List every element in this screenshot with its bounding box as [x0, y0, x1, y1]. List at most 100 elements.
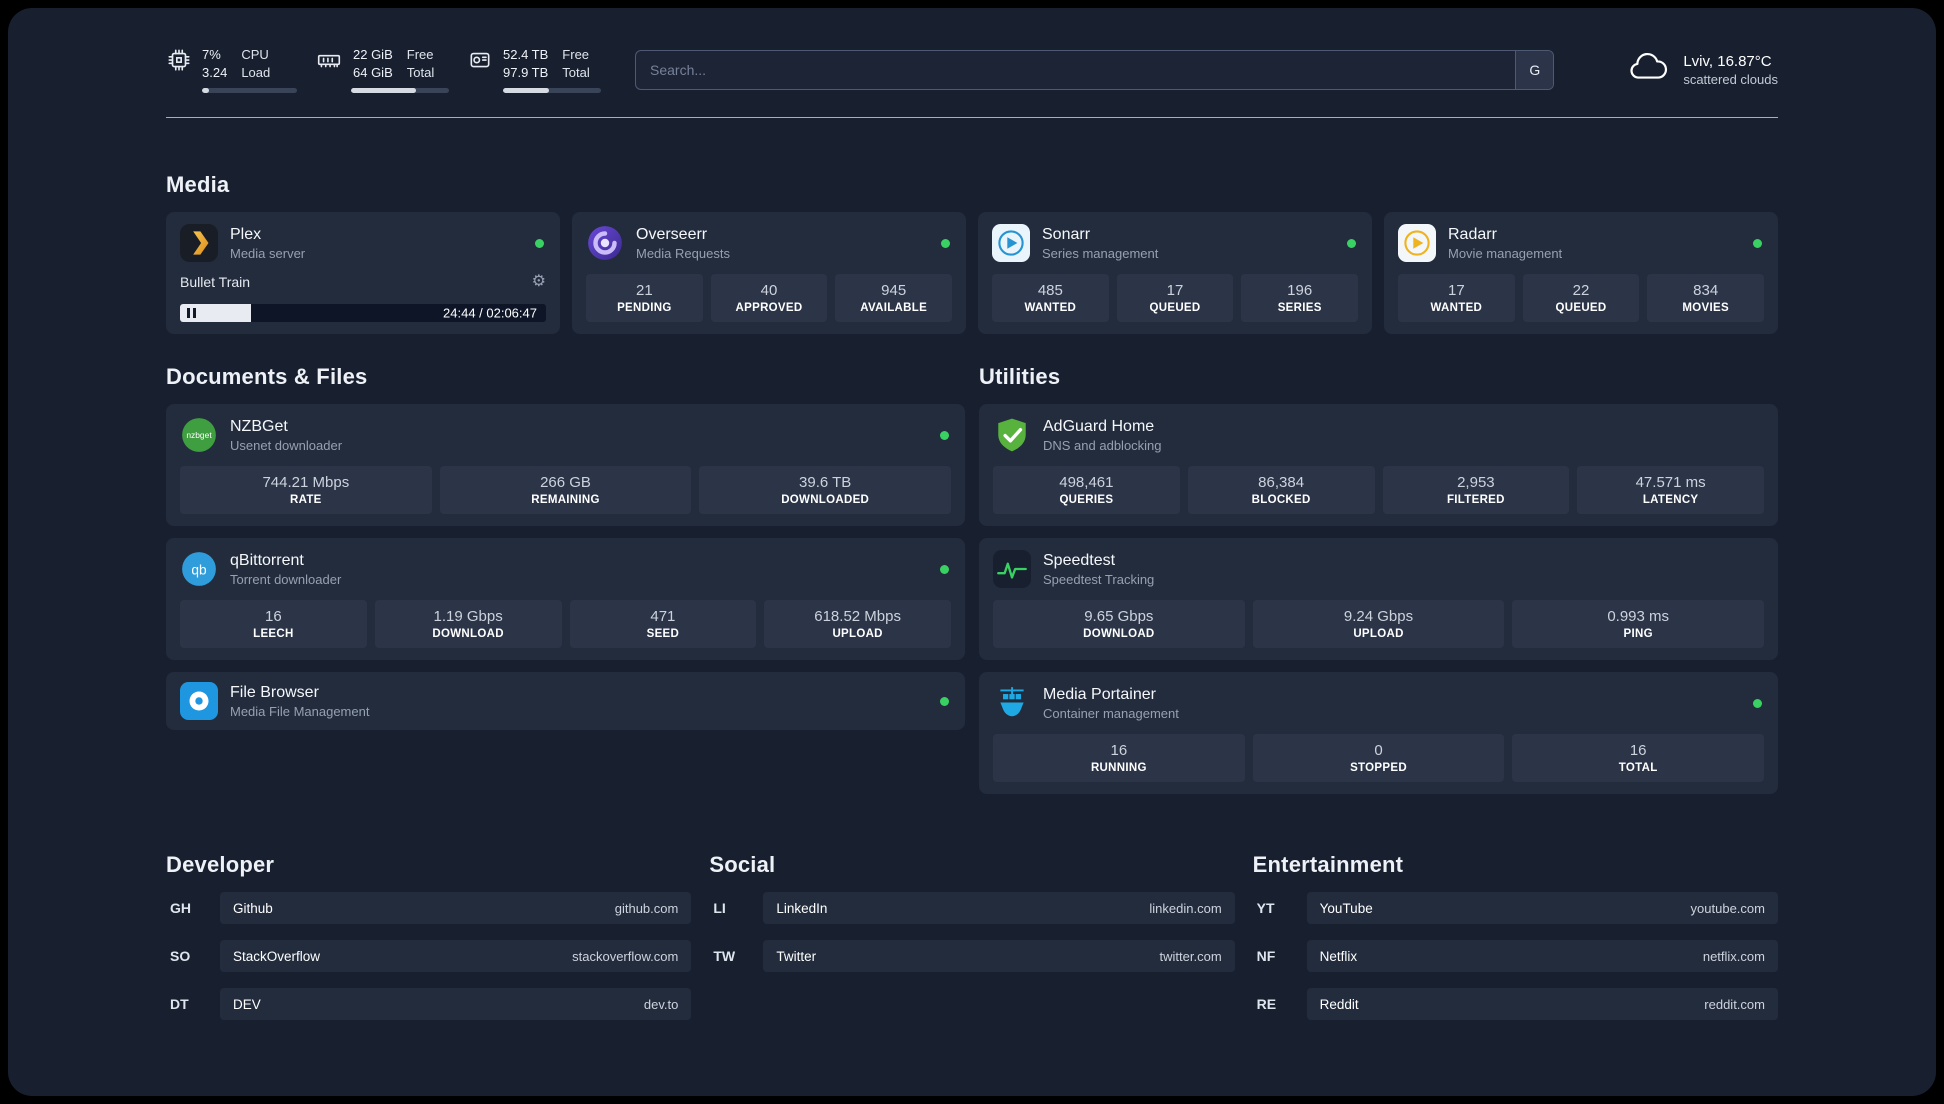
stat-queries: 498,461 QUERIES	[993, 466, 1180, 515]
weather-condition: scattered clouds	[1683, 71, 1778, 87]
svg-text:qb: qb	[191, 562, 207, 577]
stat-total: 16 TOTAL	[1512, 734, 1765, 783]
disk-icon	[467, 47, 493, 78]
ram-icon	[315, 47, 343, 78]
app-name: Speedtest	[1043, 551, 1116, 569]
cpu-sublabel: Load	[241, 64, 271, 80]
app-card-speedtest[interactable]: Speedtest Speedtest Tracking 9.65 Gbps D…	[979, 538, 1778, 661]
pause-icon[interactable]	[187, 308, 196, 319]
app-name: Plex	[230, 225, 262, 243]
disk-total-label: Total	[562, 64, 590, 80]
overseerr-icon	[586, 224, 624, 262]
disk-total-value: 97.9 TB	[503, 64, 549, 80]
status-dot	[535, 238, 544, 248]
link-dev[interactable]: DEV dev.to	[220, 988, 692, 1021]
ram-free-label: Free	[406, 47, 434, 62]
section-title-entertainment: Entertainment	[1252, 852, 1404, 878]
status-dot	[940, 564, 949, 574]
search-engine-button[interactable]: G	[1515, 50, 1554, 89]
link-twitter[interactable]: Twitter twitter.com	[763, 940, 1235, 973]
app-card-nzbget[interactable]: nzbget NZBGet Usenet downloader 744.21 M…	[166, 404, 965, 527]
app-name: qBittorrent	[230, 551, 304, 569]
stat-latency: 47.571 ms LATENCY	[1577, 466, 1764, 515]
app-card-filebrowser[interactable]: File Browser Media File Management	[166, 672, 965, 731]
link-reddit[interactable]: Reddit reddit.com	[1306, 988, 1778, 1021]
link-linkedin[interactable]: LinkedIn linkedin.com	[763, 892, 1235, 925]
status-dot	[940, 430, 949, 440]
sonarr-icon	[992, 224, 1030, 263]
link-row: RE Reddit reddit.com	[1253, 988, 1778, 1021]
twitter-icon: TW	[713, 948, 736, 965]
section-title-utilities: Utilities	[979, 364, 1061, 390]
github-icon: GH	[170, 900, 191, 917]
link-netflix[interactable]: Netflix netflix.com	[1306, 940, 1778, 973]
stat-ping: 0.993 ms PING	[1512, 600, 1765, 649]
app-card-adguard[interactable]: AdGuard Home DNS and adblocking 498,461 …	[979, 404, 1778, 527]
dev-icon: DT	[170, 996, 189, 1013]
stat-filtered: 2,953 FILTERED	[1382, 466, 1570, 515]
stat-queued: 17 QUEUED	[1116, 274, 1234, 323]
system-widgets: 7% 3.24 CPU Load 22 GiB 64 GiB Free Tota…	[166, 46, 601, 94]
app-desc: Media server	[230, 245, 306, 261]
status-dot	[1753, 238, 1762, 248]
link-github[interactable]: Github github.com	[220, 892, 692, 925]
app-desc: Media Requests	[636, 245, 730, 261]
section-title-social: Social	[709, 852, 776, 878]
search-input[interactable]	[636, 61, 1516, 78]
cpu-load-value: 3.24	[202, 64, 228, 80]
cloud-icon	[1626, 51, 1670, 89]
app-card-radarr[interactable]: Radarr Movie management 17 WANTED 22 QUE…	[1384, 212, 1778, 335]
nzbget-icon: nzbget	[180, 416, 218, 454]
cpu-widget: 7% 3.24 CPU Load	[166, 46, 297, 94]
app-card-qbittorrent[interactable]: qb qBittorrent Torrent downloader 16 LEE…	[166, 538, 965, 661]
weather-location: Lviv, 16.87°C	[1683, 52, 1772, 70]
ram-total-value: 64 GiB	[353, 64, 393, 80]
links-column-social: Social LI LinkedIn linkedin.com TW Twitt…	[709, 852, 1235, 988]
header-divider	[166, 117, 1778, 119]
cpu-usage-bar	[202, 88, 297, 94]
link-row: DT DEV dev.to	[166, 988, 692, 1021]
youtube-icon: YT	[1256, 900, 1275, 917]
stat-remaining: 266 GB REMAINING	[439, 466, 692, 515]
disk-free-value: 52.4 TB	[503, 47, 549, 62]
app-name: File Browser	[230, 683, 319, 701]
stat-download: 1.19 Gbps DOWNLOAD	[374, 600, 562, 649]
plex-icon	[180, 224, 218, 263]
svg-text:nzbget: nzbget	[186, 430, 212, 440]
cpu-percent: 7%	[202, 47, 221, 62]
app-card-overseerr[interactable]: Overseerr Media Requests 21 PENDING 40 A…	[572, 212, 966, 335]
app-name: AdGuard Home	[1043, 417, 1155, 435]
app-card-sonarr[interactable]: Sonarr Series management 485 WANTED 17 Q…	[978, 212, 1372, 335]
adguard-icon	[993, 416, 1031, 454]
app-name: Overseerr	[636, 225, 708, 243]
links-column-developer: Developer GH Github github.com SO StackO…	[166, 852, 692, 1036]
link-row: YT YouTube youtube.com	[1253, 892, 1778, 925]
stat-leech: 16 LEECH	[180, 600, 367, 649]
app-desc: DNS and adblocking	[1043, 437, 1162, 453]
radarr-icon	[1398, 224, 1436, 263]
disk-widget: 52.4 TB 97.9 TB Free Total	[467, 46, 601, 94]
stat-seed: 471 SEED	[569, 600, 757, 649]
ram-free-value: 22 GiB	[353, 47, 393, 62]
app-card-portainer[interactable]: Media Portainer Container management 16 …	[979, 672, 1778, 795]
ram-total-label: Total	[406, 64, 435, 80]
link-stackoverflow[interactable]: StackOverflow stackoverflow.com	[220, 940, 692, 973]
playback-time: 24:44 / 02:06:47	[443, 305, 537, 321]
app-card-plex[interactable]: Plex Media server Bullet Train ⚙ 24:44 /…	[166, 212, 560, 335]
section-title-media: Media	[166, 172, 230, 198]
reddit-icon: RE	[1256, 996, 1277, 1013]
stat-movies: 834 MOVIES	[1647, 274, 1765, 323]
ram-usage-bar	[351, 88, 449, 94]
playback-progress-bar[interactable]: 24:44 / 02:06:47	[180, 304, 546, 323]
link-youtube[interactable]: YouTube youtube.com	[1306, 892, 1778, 925]
weather-widget: Lviv, 16.87°C scattered clouds	[1626, 51, 1778, 89]
stat-blocked: 86,384 BLOCKED	[1187, 466, 1375, 515]
settings-gear-icon[interactable]: ⚙	[532, 274, 546, 290]
portainer-icon	[993, 684, 1031, 722]
stat-approved: 40 APPROVED	[710, 274, 828, 323]
section-title-documents: Documents & Files	[166, 364, 368, 390]
top-bar: 7% 3.24 CPU Load 22 GiB 64 GiB Free Tota…	[166, 46, 1778, 94]
status-dot	[1347, 238, 1356, 248]
stat-stopped: 0 STOPPED	[1252, 734, 1505, 783]
app-name: Radarr	[1448, 225, 1497, 243]
